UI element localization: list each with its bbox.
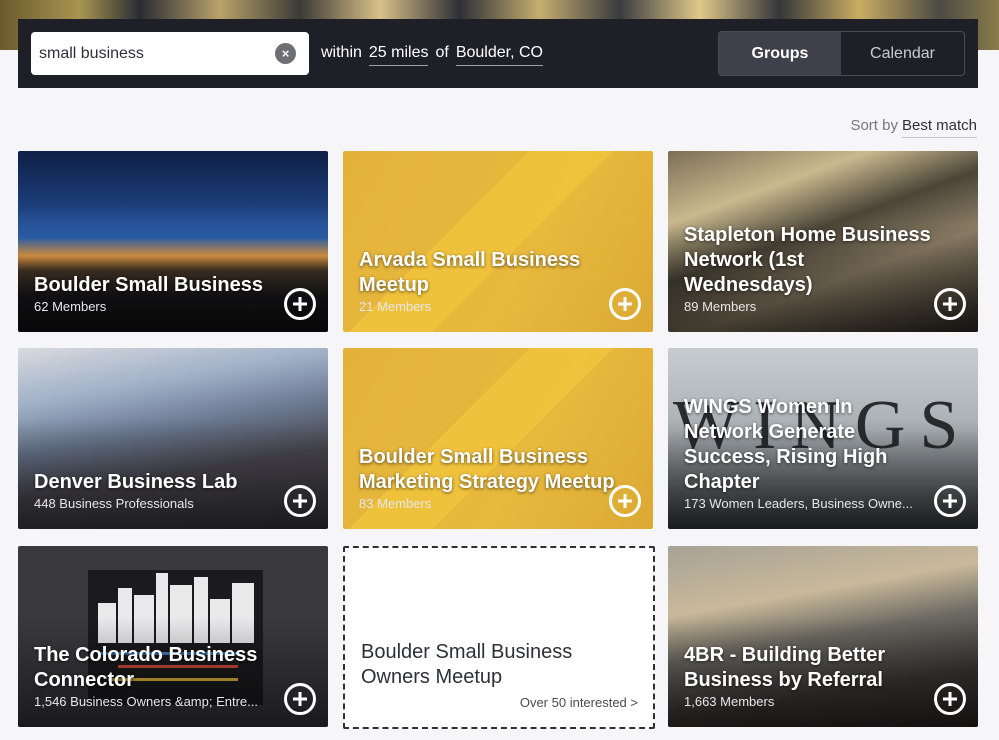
group-members: 89 Members [684,299,757,314]
plus-circle-icon[interactable] [934,288,966,320]
group-members: 1,546 Business Owners &amp; Entre... [34,694,258,709]
plus-circle-icon[interactable] [284,288,316,320]
search-input-wrap: × [31,32,309,75]
group-card[interactable]: Denver Business Lab 448 Business Profess… [18,348,328,529]
sort-label: Sort by [850,117,898,134]
suggested-group-title[interactable]: Boulder Small Business Owners Meetup [361,640,621,690]
sort-control: Sort by Best match [850,117,977,138]
group-title[interactable]: Arvada Small Business Meetup [359,248,609,298]
group-card[interactable]: WINGS WINGS Women In Network Generate Su… [668,348,978,529]
group-title[interactable]: Boulder Small Business [34,273,284,298]
group-members: 62 Members [34,299,107,314]
group-title[interactable]: 4BR - Building Better Business by Referr… [684,643,969,693]
group-card[interactable]: 4BR - Building Better Business by Referr… [668,546,978,727]
group-card[interactable]: Boulder Small Business 62 Members [18,151,328,332]
location-dropdown[interactable]: Boulder, CO [455,44,543,66]
tab-calendar[interactable]: Calendar [841,32,964,75]
plus-circle-icon[interactable] [284,683,316,715]
interested-count-link[interactable]: Over 50 interested > [520,695,638,710]
group-members: 1,663 Members [684,694,775,709]
group-title[interactable]: Stapleton Home Business Network (1st Wed… [684,223,934,298]
location-filter: within 25 miles of Boulder, CO [321,44,543,66]
group-members: 173 Women Leaders, Business Owne... [684,496,913,511]
tab-groups[interactable]: Groups [719,32,841,75]
distance-dropdown[interactable]: 25 miles [368,44,429,66]
group-title[interactable]: The Colorado Business Connector [34,643,284,693]
search-bar: × within 25 miles of Boulder, CO Groups … [18,19,978,88]
sort-dropdown[interactable]: Best match [901,117,977,138]
group-title[interactable]: Denver Business Lab [34,470,284,495]
within-label: within [321,44,362,61]
group-members: 21 Members [359,299,432,314]
group-card[interactable]: The Colorado Business Connector 1,546 Bu… [18,546,328,727]
plus-circle-icon[interactable] [284,485,316,517]
plus-circle-icon[interactable] [609,288,641,320]
plus-circle-icon[interactable] [934,683,966,715]
group-members: 83 Members [359,496,432,511]
group-card[interactable]: Boulder Small Business Marketing Strateg… [343,348,653,529]
group-members: 448 Business Professionals [34,496,194,511]
suggested-group-card[interactable]: Boulder Small Business Owners Meetup Ove… [343,546,655,729]
plus-circle-icon[interactable] [934,485,966,517]
of-label: of [435,44,449,61]
group-card[interactable]: Stapleton Home Business Network (1st Wed… [668,151,978,332]
search-input[interactable] [31,32,271,75]
clear-icon[interactable]: × [275,43,296,64]
group-card[interactable]: Arvada Small Business Meetup 21 Members [343,151,653,332]
group-title[interactable]: WINGS Women In Network Generate Success,… [684,395,934,495]
view-toggle: Groups Calendar [718,31,965,76]
group-title[interactable]: Boulder Small Business Marketing Strateg… [359,445,629,495]
plus-circle-icon[interactable] [609,485,641,517]
